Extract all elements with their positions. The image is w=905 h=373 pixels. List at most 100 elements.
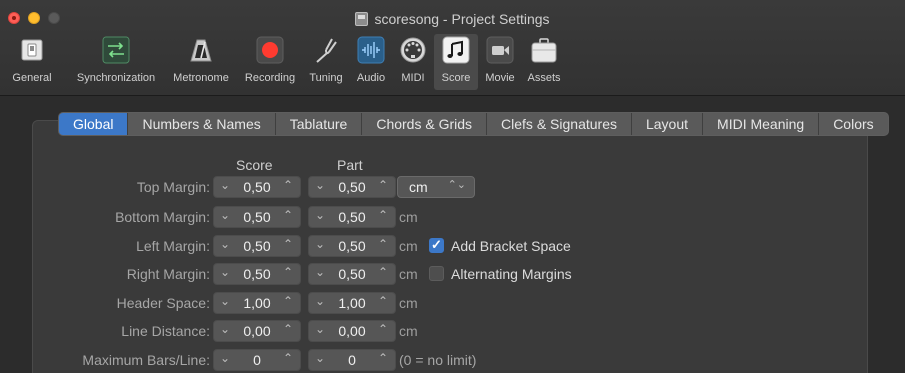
chevron-up-icon[interactable]: ⌃ — [378, 322, 388, 336]
chevron-down-icon[interactable]: ⌄ — [220, 208, 230, 222]
top-margin-score-stepper[interactable]: ⌄ 0,50 ⌃ — [213, 176, 301, 198]
toolbar-recording[interactable]: Recording — [238, 34, 302, 90]
stepper-value[interactable]: 0,50 — [329, 209, 375, 225]
tab-chords-grids[interactable]: Chords & Grids — [362, 113, 488, 135]
window-title-text: scoresong - Project Settings — [374, 11, 550, 27]
no-limit-note: (0 = no limit) — [399, 352, 477, 368]
left-margin-label: Left Margin: — [136, 238, 210, 254]
top-margin-part-stepper[interactable]: ⌄ 0,50 ⌃ — [308, 176, 396, 198]
left-margin-score-stepper[interactable]: ⌄ 0,50 ⌃ — [213, 235, 301, 257]
toolbar-synchronization[interactable]: Synchronization — [67, 34, 165, 90]
chevron-down-icon[interactable]: ⌄ — [220, 351, 230, 365]
chevron-up-icon[interactable]: ⌃ — [378, 294, 388, 308]
unit-select[interactable]: cm ⌃⌄ — [397, 176, 475, 198]
maximum-bars-part-stepper[interactable]: ⌄ 0 ⌃ — [308, 349, 396, 371]
toolbar-label: General — [12, 72, 52, 84]
add-bracket-space-label[interactable]: Add Bracket Space — [451, 238, 571, 254]
tab-global[interactable]: Global — [59, 113, 129, 135]
chevron-down-icon[interactable]: ⌄ — [315, 265, 325, 279]
bottom-margin-score-stepper[interactable]: ⌄ 0,50 ⌃ — [213, 206, 301, 228]
alternating-margins-checkbox[interactable] — [429, 266, 444, 281]
header-space-part-stepper[interactable]: ⌄ 1,00 ⌃ — [308, 292, 396, 314]
toolbar-midi[interactable]: MIDI — [396, 34, 430, 90]
briefcase-icon — [531, 38, 557, 63]
chevron-up-icon[interactable]: ⌃ — [378, 351, 388, 365]
chevron-down-icon[interactable]: ⌄ — [220, 294, 230, 308]
stepper-value[interactable]: 0 — [329, 352, 375, 368]
chevron-down-icon[interactable]: ⌄ — [315, 294, 325, 308]
chevron-up-icon[interactable]: ⌃ — [283, 351, 293, 365]
stepper-value[interactable]: 0,50 — [234, 209, 280, 225]
chevron-down-icon[interactable]: ⌄ — [315, 322, 325, 336]
chevron-down-icon[interactable]: ⌄ — [220, 322, 230, 336]
stepper-value[interactable]: 0,50 — [329, 179, 375, 195]
score-column-header: Score — [236, 157, 273, 173]
chevron-up-icon[interactable]: ⌃ — [283, 237, 293, 251]
chevron-down-icon[interactable]: ⌄ — [220, 178, 230, 192]
chevron-up-icon[interactable]: ⌃ — [378, 208, 388, 222]
stepper-value[interactable]: 0 — [234, 352, 280, 368]
bottom-margin-part-stepper[interactable]: ⌄ 0,50 ⌃ — [308, 206, 396, 228]
toolbar-metronome[interactable]: Metronome — [167, 34, 235, 90]
stepper-value[interactable]: 0,50 — [234, 179, 280, 195]
line-distance-part-stepper[interactable]: ⌄ 0,00 ⌃ — [308, 320, 396, 342]
tab-clefs-signatures[interactable]: Clefs & Signatures — [487, 113, 632, 135]
toolbar-label: Audio — [356, 72, 386, 84]
stepper-value[interactable]: 0,50 — [234, 266, 280, 282]
stepper-value[interactable]: 0,50 — [234, 238, 280, 254]
stepper-value[interactable]: 1,00 — [234, 295, 280, 311]
toolbar-tuning[interactable]: Tuning — [304, 34, 348, 90]
chevron-up-icon[interactable]: ⌃ — [378, 178, 388, 192]
toolbar-assets[interactable]: Assets — [522, 34, 566, 90]
chevron-up-icon[interactable]: ⌃ — [283, 178, 293, 192]
chevron-up-icon[interactable]: ⌃ — [378, 265, 388, 279]
toolbar-audio[interactable]: Audio — [352, 34, 390, 90]
toolbar-label: Movie — [485, 72, 515, 84]
tab-layout[interactable]: Layout — [632, 113, 704, 135]
right-margin-part-stepper[interactable]: ⌄ 0,50 ⌃ — [308, 263, 396, 285]
chevron-down-icon[interactable]: ⌄ — [220, 237, 230, 251]
part-column-header: Part — [337, 157, 363, 173]
metronome-icon — [190, 39, 212, 62]
toolbar-general[interactable]: General — [2, 34, 62, 90]
toolbar-score[interactable]: Score — [434, 34, 478, 90]
stepper-value[interactable]: 0,50 — [329, 238, 375, 254]
document-icon — [355, 12, 369, 26]
tab-numbers-names[interactable]: Numbers & Names — [128, 113, 276, 135]
toolbar-label: Synchronization — [76, 72, 156, 84]
toolbar-movie[interactable]: Movie — [481, 34, 519, 90]
chevron-up-icon[interactable]: ⌃ — [283, 294, 293, 308]
maximum-bars-line-label: Maximum Bars/Line: — [82, 352, 210, 368]
chevron-up-icon[interactable]: ⌃ — [283, 208, 293, 222]
record-icon — [256, 36, 284, 64]
stepper-value[interactable]: 1,00 — [329, 295, 375, 311]
line-distance-score-stepper[interactable]: ⌄ 0,00 ⌃ — [213, 320, 301, 342]
chevron-down-icon[interactable]: ⌄ — [315, 351, 325, 365]
header-space-label: Header Space: — [116, 295, 210, 311]
left-margin-part-stepper[interactable]: ⌄ 0,50 ⌃ — [308, 235, 396, 257]
right-margin-score-stepper[interactable]: ⌄ 0,50 ⌃ — [213, 263, 301, 285]
header-space-score-stepper[interactable]: ⌄ 1,00 ⌃ — [213, 292, 301, 314]
add-bracket-space-checkbox[interactable] — [429, 237, 444, 253]
stepper-value[interactable]: 0,50 — [329, 266, 375, 282]
chevron-down-icon[interactable]: ⌄ — [220, 265, 230, 279]
tab-bar: Global Numbers & Names Tablature Chords … — [58, 112, 889, 136]
top-margin-label: Top Margin: — [136, 179, 210, 195]
tab-tablature[interactable]: Tablature — [276, 113, 363, 135]
chevron-up-icon[interactable]: ⌃ — [283, 265, 293, 279]
alternating-margins-label[interactable]: Alternating Margins — [451, 266, 572, 282]
movie-camera-icon — [486, 36, 514, 64]
chevron-up-icon[interactable]: ⌃ — [283, 322, 293, 336]
tab-midi-meaning[interactable]: MIDI Meaning — [703, 113, 820, 135]
stepper-value[interactable]: 0,00 — [329, 323, 375, 339]
chevron-down-icon[interactable]: ⌄ — [315, 237, 325, 251]
chevron-down-icon[interactable]: ⌄ — [315, 208, 325, 222]
window-title: scoresong - Project Settings — [0, 11, 905, 27]
tab-colors[interactable]: Colors — [819, 113, 887, 135]
stepper-value[interactable]: 0,00 — [234, 323, 280, 339]
maximum-bars-score-stepper[interactable]: ⌄ 0 ⌃ — [213, 349, 301, 371]
toolbar-label: MIDI — [401, 72, 425, 84]
chevron-up-icon[interactable]: ⌃ — [378, 237, 388, 251]
toolbar-label: Recording — [244, 72, 296, 84]
chevron-down-icon[interactable]: ⌄ — [315, 178, 325, 192]
